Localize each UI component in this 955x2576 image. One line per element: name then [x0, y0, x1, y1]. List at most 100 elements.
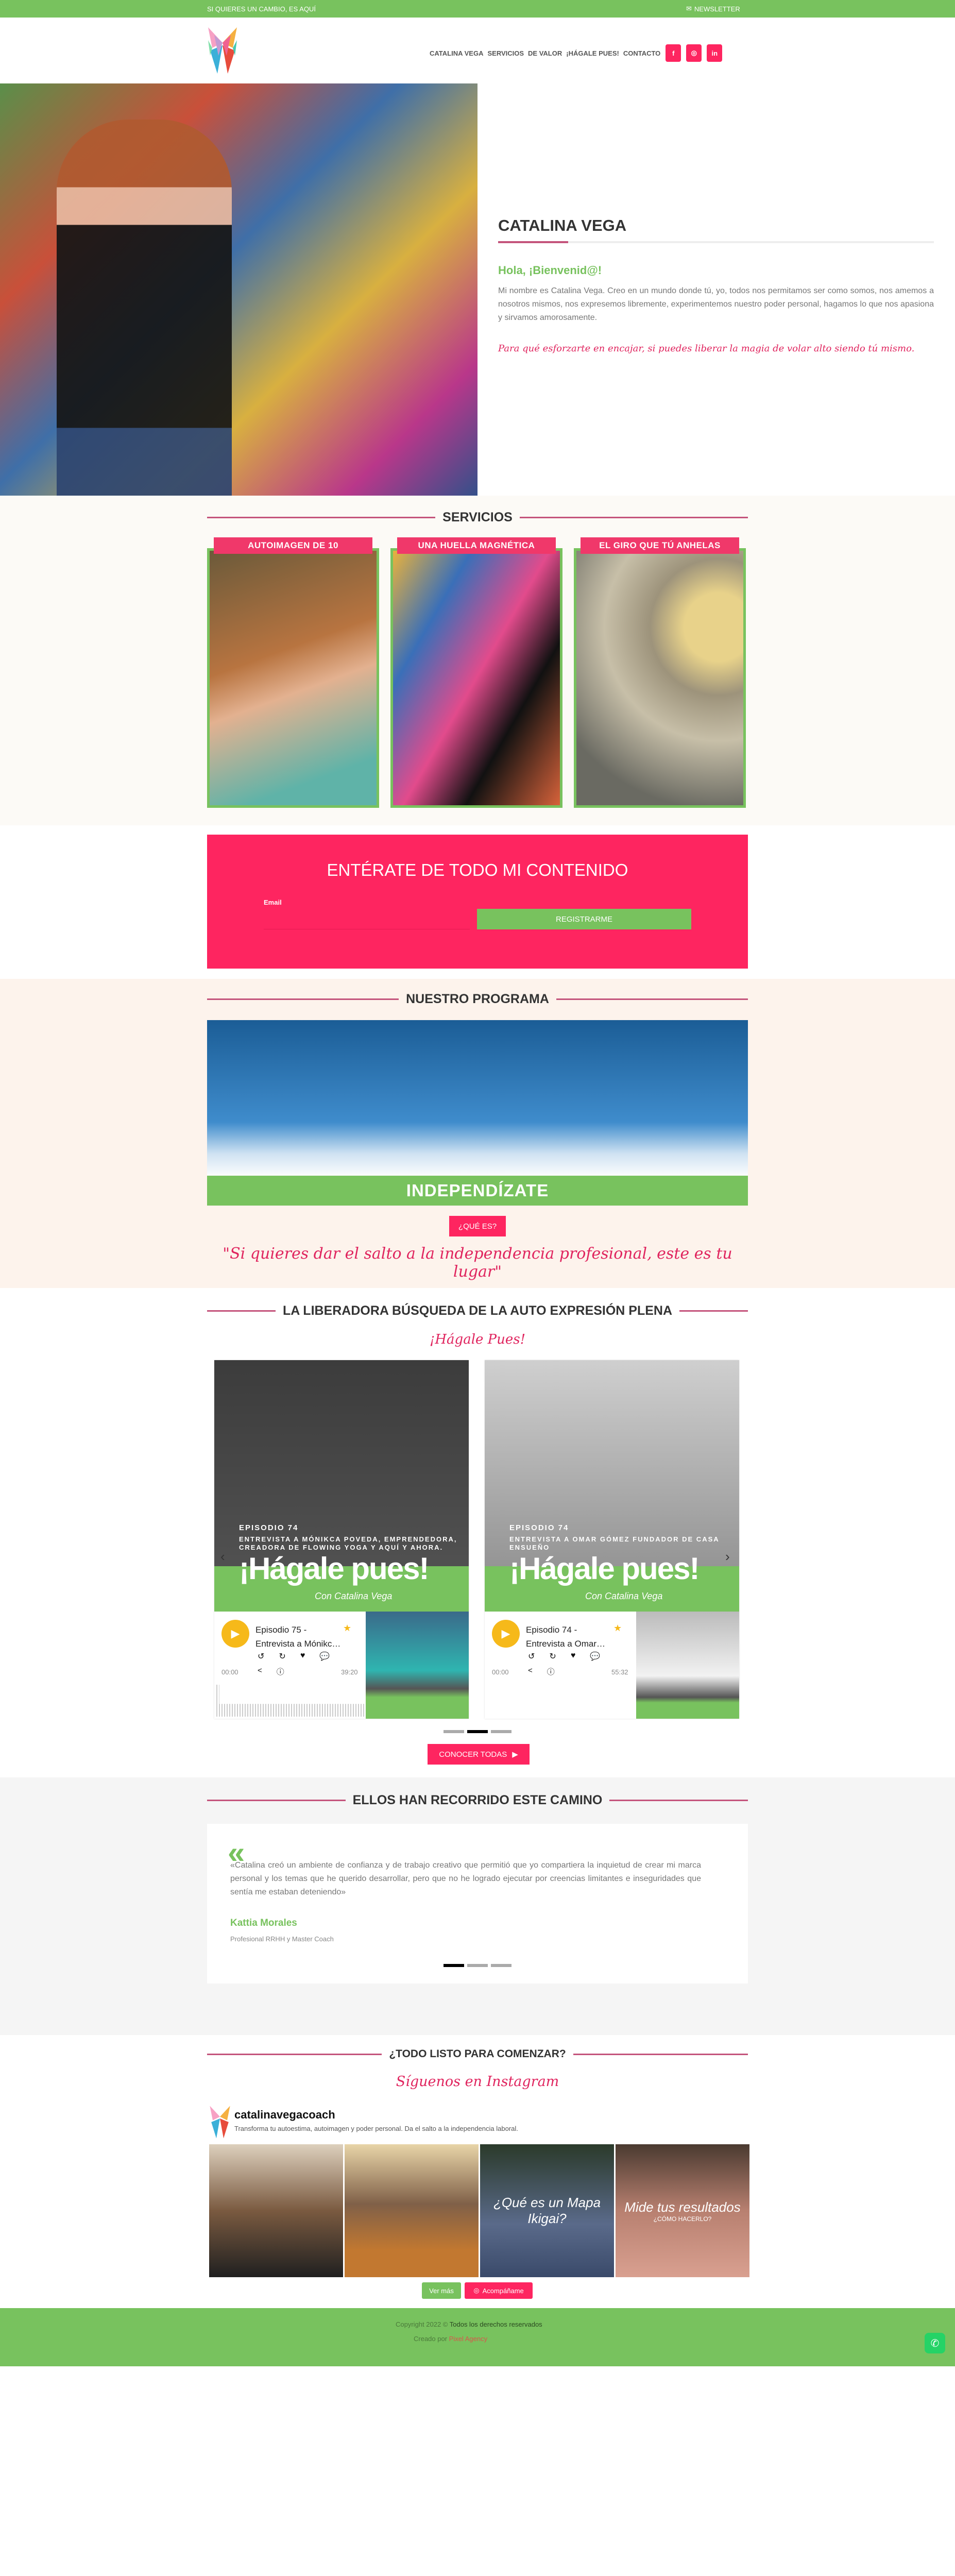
comment-icon[interactable]: 💬 — [590, 1651, 600, 1662]
service-card[interactable]: AUTOIMAGEN DE 10 — [207, 537, 379, 808]
conocer-todas-button[interactable]: CONOCER TODAS ▶ — [428, 1744, 530, 1765]
testimonial-name: Kattia Morales — [230, 1918, 297, 1928]
email-field[interactable] — [264, 909, 470, 929]
services-title: SERVICIOS — [442, 510, 513, 524]
play-button[interactable]: ▶ — [492, 1620, 520, 1648]
hero-photo — [0, 83, 478, 496]
cover-host: Con Catalina Vega — [585, 1591, 663, 1601]
testimonial-slider-dots — [207, 1964, 748, 1967]
footer: Copyright 2022 © Todos los derechos rese… — [0, 2308, 955, 2366]
ready-heading: ¿TODO LISTO PARA COMENZAR? — [207, 2048, 748, 2060]
nav-menu: CATALINA VEGA SERVICIOS DE VALOR ¡HÁGALE… — [430, 44, 723, 62]
top-bar: SI QUIERES UN CAMBIO, ES AQUÍ ✉ NEWSLETTE… — [0, 0, 955, 18]
testimonial-quote: «Catalina creó un ambiente de confianza … — [230, 1861, 701, 1896]
instagram-icon: ◎ — [473, 2286, 480, 2294]
rewind-10-icon[interactable]: ↺ — [258, 1651, 264, 1662]
star-icon[interactable]: ★ — [343, 1623, 351, 1634]
nav-servicios[interactable]: SERVICIOS — [487, 49, 524, 57]
newsletter-title: ENTÉRATE DE TODO MI CONTENIDO — [327, 860, 628, 879]
chevron-left-icon[interactable]: ‹ — [220, 1549, 225, 1565]
cover-host: Con Catalina Vega — [315, 1591, 393, 1601]
testimonials-title: ELLOS HAN RECORRIDO ESTE CAMINO — [352, 1793, 603, 1807]
linkedin-icon[interactable]: in — [707, 44, 723, 62]
service-photo — [576, 551, 743, 805]
cover-desc: ENTREVISTA A MÓNIKCA POVEDA, EMPRENDEDOR… — [239, 1535, 457, 1551]
info-icon[interactable]: ⓘ — [277, 1666, 284, 1677]
slider-dot[interactable] — [467, 1964, 488, 1967]
star-icon[interactable]: ★ — [613, 1623, 622, 1634]
share-icon[interactable]: < — [258, 1666, 262, 1677]
slider-dot[interactable] — [444, 1730, 464, 1733]
program-banner-image[interactable]: INDEPENDÍZATE — [207, 1020, 748, 1206]
slider-dot[interactable] — [491, 1964, 511, 1967]
instagram-post[interactable] — [345, 2144, 479, 2277]
forward-30-icon[interactable]: ↻ — [279, 1651, 285, 1662]
title-line: Entrevista a Mónikc… — [255, 1639, 341, 1649]
podcast-episode-card: EPISODIO 74 ENTREVISTA A MÓNIKCA POVEDA, … — [214, 1360, 469, 1719]
chevron-right-icon[interactable]: › — [725, 1549, 730, 1565]
services-heading: SERVICIOS — [207, 510, 748, 525]
service-card[interactable]: UNA HUELLA MAGNÉTICA — [390, 537, 562, 808]
newsletter-box: ENTÉRATE DE TODO MI CONTENIDO Email REGI… — [207, 835, 748, 969]
instagram-icon[interactable]: ◎ — [686, 44, 702, 62]
instagram-post-video[interactable]: ¿Qué es un Mapa Ikigai? — [480, 2144, 614, 2277]
profile-avatar[interactable] — [209, 2104, 231, 2140]
program-heading: NUESTRO PROGRAMA — [207, 992, 748, 1007]
testimonial-card: « «Catalina creó un ambiente de confianz… — [207, 1824, 748, 1984]
nav-contacto[interactable]: CONTACTO — [623, 49, 660, 57]
heart-icon[interactable]: ♥ — [300, 1651, 305, 1662]
podcast-slider-dots — [207, 1730, 748, 1733]
cover-episode: EPISODIO 74 — [509, 1523, 569, 1532]
cover-episode: EPISODIO 74 — [239, 1523, 299, 1532]
intro-paragraph: Mi nombre es Catalina Vega. Creo en un m… — [498, 286, 934, 322]
newsletter-link[interactable]: ✉ NEWSLETTER — [686, 5, 740, 13]
slider-dot[interactable] — [491, 1730, 511, 1733]
butterfly-logo[interactable] — [207, 25, 238, 76]
share-icon[interactable]: < — [528, 1666, 533, 1677]
service-card[interactable]: EL GIRO QUE TÚ ANHELAS — [574, 537, 746, 808]
envelope-icon: ✉ — [686, 5, 692, 12]
forward-30-icon[interactable]: ↻ — [549, 1651, 556, 1662]
nav-catalina-vega[interactable]: CATALINA VEGA — [430, 49, 483, 57]
instagram-post-video[interactable]: Mide tus resultados ¿CÓMO HACERLO? — [616, 2144, 749, 2277]
rights-text: Todos los derechos reservados — [449, 2320, 542, 2328]
title-divider — [498, 241, 934, 243]
post-subcaption: ¿CÓMO HACERLO? — [653, 2215, 712, 2223]
follow-button[interactable]: ◎ Acompáñame — [465, 2282, 533, 2299]
cover-desc: ENTREVISTA A OMAR GÓMEZ FUNDADOR DE CASA… — [509, 1535, 720, 1551]
waveform[interactable] — [216, 1685, 366, 1717]
service-photo — [210, 551, 377, 805]
time-elapsed: 00:00 — [492, 1668, 509, 1676]
episode-title[interactable]: Episodio 74 - Entrevista a Omar… — [526, 1623, 605, 1651]
rewind-10-icon[interactable]: ↺ — [528, 1651, 535, 1662]
newsletter-label: NEWSLETTER — [694, 5, 740, 13]
program-banner-label: INDEPENDÍZATE — [207, 1176, 748, 1206]
post-caption: Mide tus resultados — [624, 2199, 741, 2215]
episode-title[interactable]: Episodio 75 - Entrevista a Mónikc… — [255, 1623, 340, 1651]
register-button[interactable]: REGISTRARME — [477, 909, 691, 929]
cover-brand: ¡Hágale pues! — [239, 1551, 429, 1586]
slogan: Para qué esforzarte en encajar, si puede… — [498, 343, 915, 354]
cover-text: EPISODIO 74 ENTREVISTA A MÓNIKCA POVEDA, … — [239, 1524, 469, 1552]
comment-icon[interactable]: 💬 — [319, 1651, 330, 1662]
instagram-username[interactable]: catalinavegacoach — [234, 2108, 335, 2122]
nav-hagale-pues[interactable]: ¡HÁGALE PUES! — [566, 49, 619, 57]
button-label: CONOCER TODAS — [439, 1750, 507, 1759]
agency-link[interactable]: Pixel Agency — [449, 2335, 487, 2343]
created-by: Creado por — [414, 2335, 448, 2343]
facebook-icon[interactable]: f — [666, 44, 681, 62]
whatsapp-icon[interactable]: ✆ — [925, 2333, 945, 2353]
play-button[interactable]: ▶ — [221, 1620, 249, 1648]
nav-de-valor[interactable]: DE VALOR — [528, 49, 562, 57]
info-icon[interactable]: ⓘ — [547, 1666, 555, 1677]
slider-dot-active[interactable] — [444, 1964, 464, 1967]
heart-icon[interactable]: ♥ — [571, 1651, 576, 1662]
instagram-subtitle: Síguenos en Instagram — [396, 2074, 559, 2090]
que-es-button[interactable]: ¿QUÉ ES? — [449, 1216, 506, 1236]
title-line: Episodio 75 - — [255, 1625, 307, 1635]
ver-mas-button[interactable]: Ver más — [422, 2282, 461, 2299]
slider-dot-active[interactable] — [467, 1730, 488, 1733]
instagram-post[interactable] — [209, 2144, 343, 2277]
podcast-title: LA LIBERADORA BÚSQUEDA DE LA AUTO EXPRES… — [282, 1303, 673, 1318]
service-label: EL GIRO QUE TÚ ANHELAS — [581, 537, 739, 554]
